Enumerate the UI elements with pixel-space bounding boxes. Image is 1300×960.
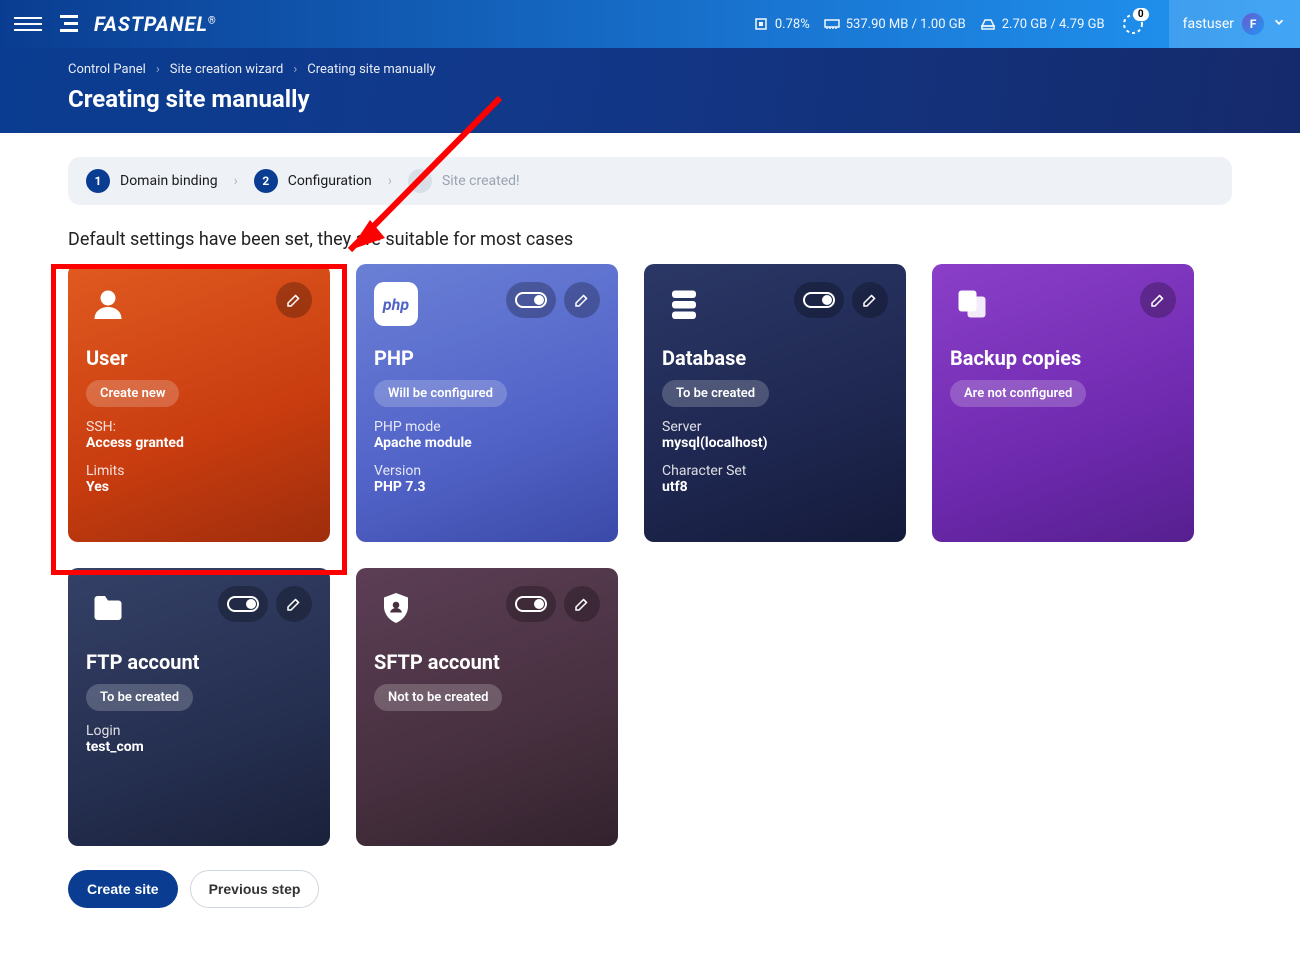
card-database[interactable]: Database To be created Servermysql(local… [644,264,906,542]
breadcrumb-current: Creating site manually [307,62,435,77]
folder-icon [86,586,130,630]
card-database-badge: To be created [662,380,769,407]
card-backup-title: Backup copies [950,346,1176,370]
breadcrumb-wizard[interactable]: Site creation wizard [170,62,284,77]
card-php[interactable]: php PHP Will be configured PHP modeApach… [356,264,618,542]
topbar: FASTPANEL® 0.78% 537.90 MB / 1.00 GB 2.7… [0,0,1300,48]
card-sftp-badge: Not to be created [374,684,502,711]
database-toggle[interactable] [794,282,844,318]
sftp-toggle[interactable] [506,586,556,622]
backup-icon [950,282,994,326]
hamburger-menu-button[interactable] [14,10,42,38]
disk-value: 2.70 GB / 4.79 GB [1002,17,1105,32]
card-ftp-title: FTP account [86,650,312,674]
user-icon [86,282,130,326]
notifications-button[interactable]: 0 [1119,10,1147,38]
edit-backup-button[interactable] [1140,282,1176,318]
shield-user-icon [374,586,418,630]
avatar: F [1242,13,1264,35]
edit-sftp-button[interactable] [564,586,600,622]
edit-ftp-button[interactable] [276,586,312,622]
create-site-button[interactable]: Create site [68,870,178,908]
step-site-created: Site created! [408,169,520,193]
step2-label: Configuration [288,173,372,189]
logo-text: FASTPANEL [94,12,208,36]
edit-user-button[interactable] [276,282,312,318]
content: 1 Domain binding › 2 Configuration › Sit… [0,133,1300,932]
card-php-title: PHP [374,346,600,370]
logo[interactable]: FASTPANEL® [60,12,217,36]
chevron-down-icon [1272,15,1286,33]
previous-step-button[interactable]: Previous step [190,870,320,908]
cpu-value: 0.78% [775,17,810,32]
card-user[interactable]: User Create new SSH:Access granted Limit… [68,264,330,542]
step3-label: Site created! [442,173,520,189]
memory-value: 537.90 MB / 1.00 GB [846,17,966,32]
database-icon [662,282,706,326]
username: fastuser [1183,16,1234,32]
breadcrumb-control-panel[interactable]: Control Panel [68,62,146,77]
edit-php-button[interactable] [564,282,600,318]
page-title: Creating site manually [68,85,1232,113]
stat-cpu: 0.78% [753,16,810,32]
subheading: Default settings have been set, they are… [68,229,1232,250]
card-grid: User Create new SSH:Access granted Limit… [68,264,1232,846]
stat-disk: 2.70 GB / 4.79 GB [980,16,1105,32]
memory-icon [824,16,840,32]
edit-database-button[interactable] [852,282,888,318]
card-database-title: Database [662,346,888,370]
breadcrumb: Control Panel › Site creation wizard › C… [68,62,1232,77]
card-sftp[interactable]: SFTP account Not to be created [356,568,618,846]
card-backup[interactable]: Backup copies Are not configured [932,264,1194,542]
card-user-title: User [86,346,312,370]
stepper: 1 Domain binding › 2 Configuration › Sit… [68,157,1232,205]
page-header: Control Panel › Site creation wizard › C… [0,48,1300,133]
php-toggle[interactable] [506,282,556,318]
chevron-right-icon: › [234,173,238,189]
card-sftp-title: SFTP account [374,650,600,674]
step-configuration[interactable]: 2 Configuration [254,169,372,193]
card-php-badge: Will be configured [374,380,507,407]
card-backup-badge: Are not configured [950,380,1086,407]
stat-memory: 537.90 MB / 1.00 GB [824,16,966,32]
php-icon: php [374,282,418,326]
step-domain-binding[interactable]: 1 Domain binding [86,169,218,193]
ftp-toggle[interactable] [218,586,268,622]
user-menu[interactable]: fastuser F [1169,0,1300,48]
chevron-right-icon: › [388,173,392,189]
step1-label: Domain binding [120,173,218,189]
card-user-badge: Create new [86,380,179,407]
disk-icon [980,16,996,32]
notif-count: 0 [1133,8,1149,21]
card-ftp-badge: To be created [86,684,193,711]
footer-actions: Create site Previous step [68,870,1232,908]
card-ftp[interactable]: FTP account To be created Logintest_com [68,568,330,846]
cpu-icon [753,16,769,32]
